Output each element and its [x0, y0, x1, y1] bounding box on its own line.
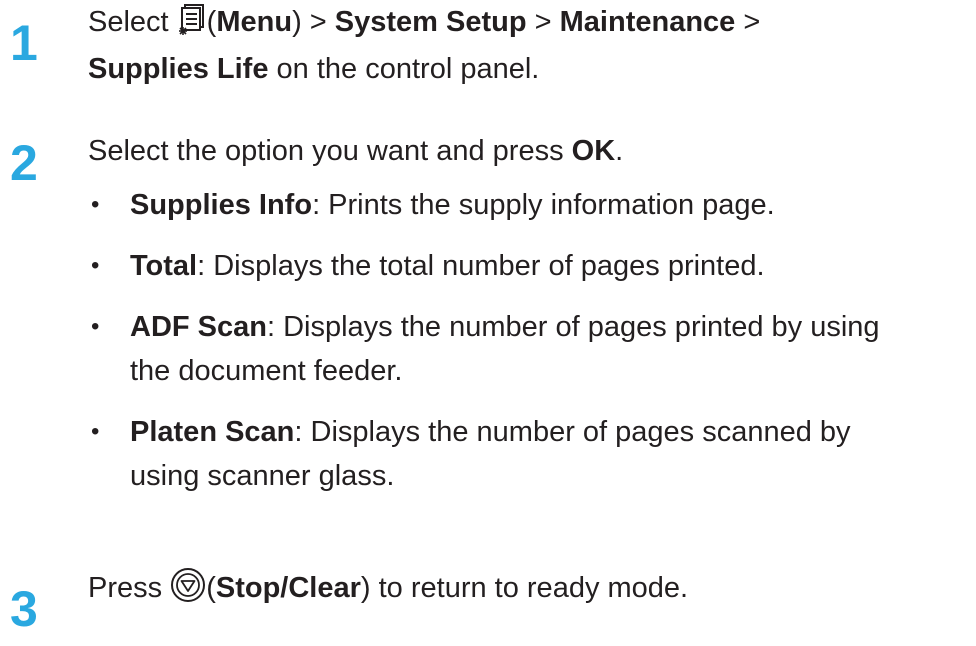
bullet-term: ADF Scan: [130, 311, 267, 343]
bullet-icon: •: [91, 191, 100, 218]
bullet-term: Total: [130, 250, 198, 282]
step-1-tail-text: on the control panel.: [268, 53, 540, 85]
bullet-icon: •: [91, 252, 100, 279]
press-text: Press: [88, 572, 171, 604]
paren: (: [206, 6, 217, 38]
bullet-desc: : Displays the total number of pages pri…: [197, 250, 765, 282]
bullet-desc: : Displays the number of pages scanned b…: [294, 416, 851, 448]
step-2-text: Select the option you want and press: [88, 135, 572, 167]
step-3-line: Press (Stop/Clear) to return to ready mo…: [88, 567, 688, 614]
step-1-line-2: Supplies Life on the control panel.: [88, 49, 539, 89]
bullet-line: Supplies Info: Prints the supply informa…: [130, 185, 775, 225]
ok-label: OK: [571, 135, 616, 167]
step-2-number: 2: [10, 135, 38, 191]
bullet-icon: •: [91, 313, 100, 340]
step-1-number: 1: [10, 15, 38, 71]
bullet-desc: : Displays the number of pages printed b…: [266, 311, 880, 343]
bullet-term: Platen Scan: [130, 416, 295, 448]
separator: ) >: [292, 6, 335, 38]
step-3-tail-text: ) to return to ready mode.: [360, 572, 689, 604]
bullet-desc: : Prints the supply information page.: [312, 189, 775, 221]
paren: (: [206, 572, 216, 604]
separator: >: [735, 6, 761, 38]
system-setup-label: System Setup: [334, 6, 527, 38]
step-3-number: 3: [10, 581, 38, 637]
maintenance-label: Maintenance: [559, 6, 736, 38]
stop-clear-label: Stop/Clear: [215, 572, 361, 604]
stop-clear-icon: [170, 567, 206, 614]
bullet-term: Supplies Info: [130, 189, 313, 221]
bullet-line-continued: using scanner glass.: [130, 460, 395, 492]
select-text: Select: [88, 6, 177, 38]
bullet-line-continued: the document feeder.: [130, 355, 403, 387]
bullet-line: Total: Displays the total number of page…: [130, 246, 765, 286]
supplies-life-label: Supplies Life: [88, 53, 269, 85]
bullet-line: Platen Scan: Displays the number of page…: [130, 412, 851, 452]
menu-label: Menu: [216, 6, 293, 38]
menu-icon: [177, 3, 207, 48]
step-2-line: Select the option you want and press OK.: [88, 131, 623, 171]
bullet-icon: •: [91, 418, 100, 445]
step-1-line-1: Select (Menu) > System Setup > Maintenan…: [88, 2, 760, 48]
separator: >: [526, 6, 560, 38]
period: .: [615, 135, 624, 167]
bullet-line: ADF Scan: Displays the number of pages p…: [130, 307, 880, 347]
